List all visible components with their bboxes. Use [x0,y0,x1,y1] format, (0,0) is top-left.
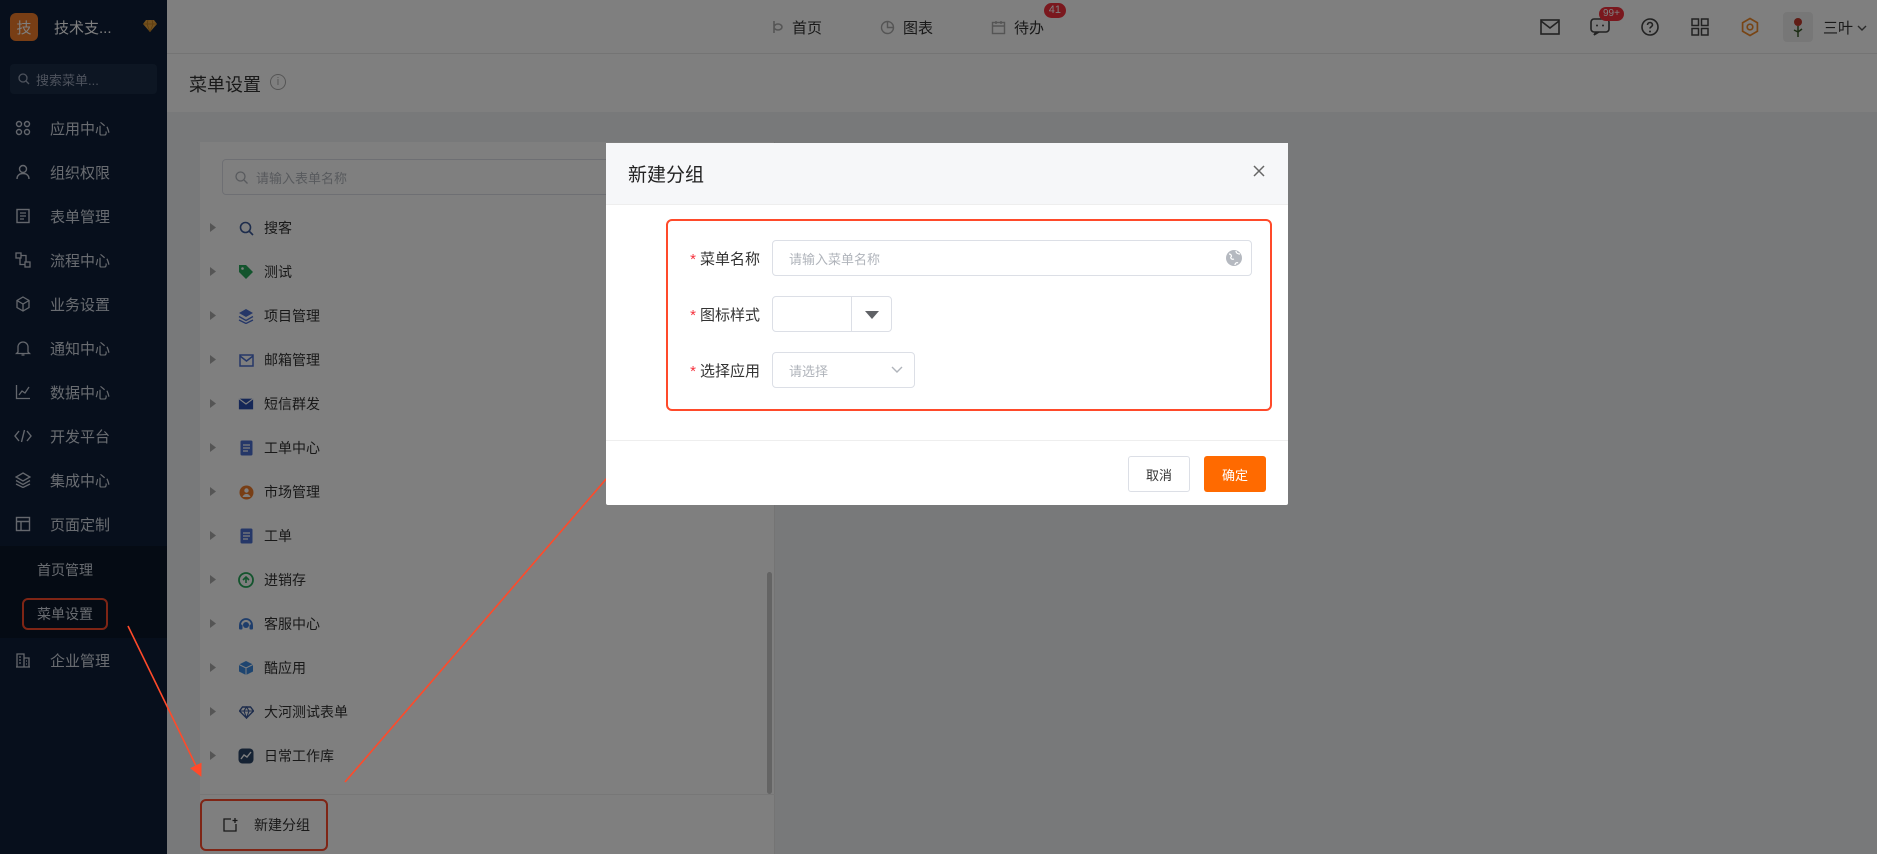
dialog-footer: 取消 确定 [606,440,1288,505]
form-row-icon-style: * 图标样式 [668,295,1274,333]
dialog-title: 新建分组 [628,165,705,186]
select-app-label: * 选择应用 [690,362,760,380]
menu-name-input[interactable]: 请输入菜单名称 [772,240,1252,276]
close-icon[interactable] [1252,161,1266,184]
icon-style-label: * 图标样式 [690,306,760,324]
form-highlight-box: * 菜单名称 请输入菜单名称 * 图标样式 * 选择应用 请选择 [666,219,1272,411]
globe-icon[interactable] [1225,249,1243,270]
select-app-dropdown[interactable]: 请选择 [772,352,915,388]
chevron-down-icon [890,362,904,379]
confirm-button[interactable]: 确定 [1204,456,1266,492]
form-row-select-app: * 选择应用 请选择 [668,351,1274,389]
menu-name-label: * 菜单名称 [690,250,760,268]
dialog-body: * 菜单名称 请输入菜单名称 * 图标样式 * 选择应用 请选择 [606,205,1288,440]
caret-down-icon [865,311,879,319]
menu-name-placeholder: 请输入菜单名称 [789,251,881,267]
new-group-dialog: 新建分组 * 菜单名称 请输入菜单名称 * 图标样式 * 选择应用 请选择 取消… [606,143,1288,505]
form-row-menu-name: * 菜单名称 请输入菜单名称 [668,239,1274,277]
cancel-button[interactable]: 取消 [1128,456,1190,492]
icon-style-picker[interactable] [772,296,892,332]
select-app-placeholder: 请选择 [789,363,829,379]
picker-divider [851,297,852,331]
dialog-header: 新建分组 [606,143,1288,205]
